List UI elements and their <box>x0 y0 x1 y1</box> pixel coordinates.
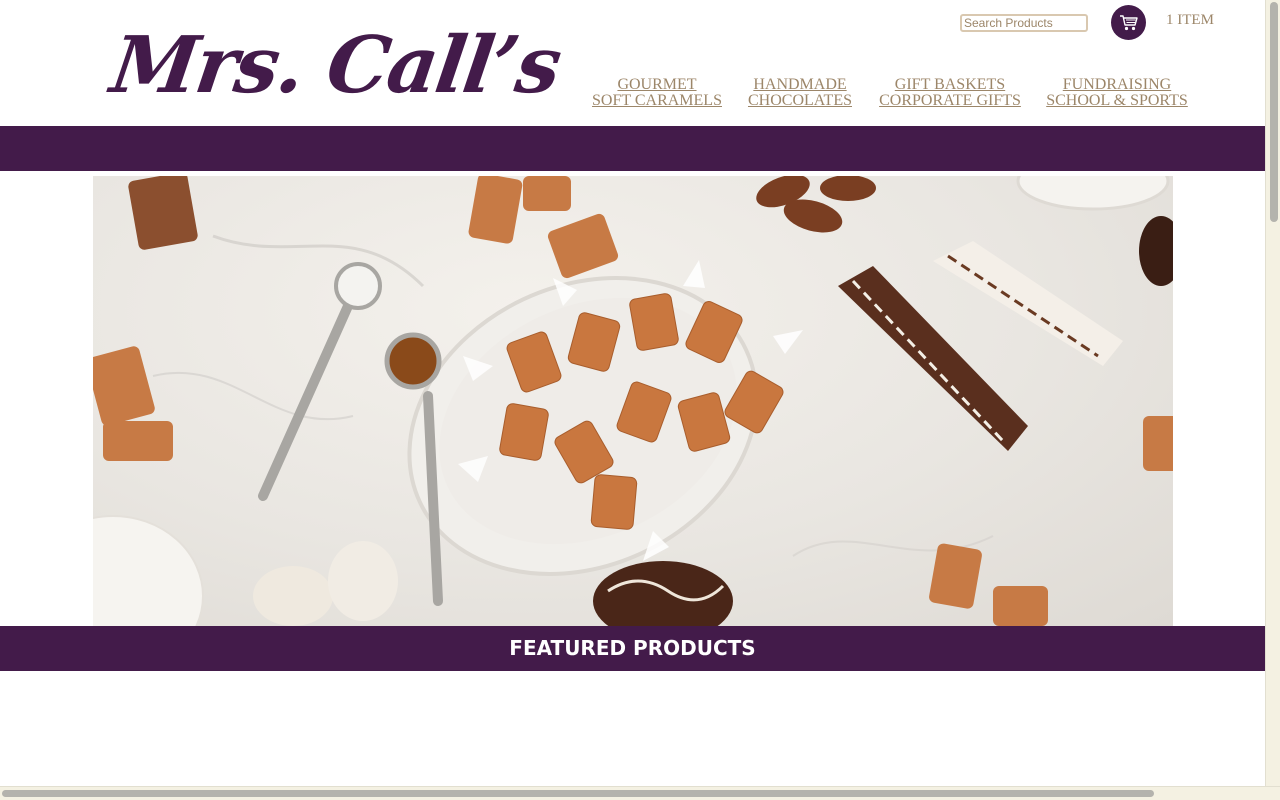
shopping-cart-icon <box>1119 14 1138 30</box>
nav-handmade-chocolates[interactable]: HANDMADE CHOCOLATES <box>746 77 854 109</box>
vertical-scroll-thumb[interactable] <box>1270 2 1278 222</box>
caramels-and-chocolates-photo <box>93 176 1173 626</box>
brand-logo[interactable]: Mrs. Call’s <box>105 18 565 114</box>
vertical-scrollbar[interactable] <box>1265 0 1280 786</box>
hero-image[interactable] <box>93 176 1173 626</box>
cart-item-count[interactable]: 1 ITEM <box>1166 12 1214 29</box>
nav-label-line2: SCHOOL & SPORTS <box>1046 92 1188 109</box>
horizontal-scrollbar[interactable] <box>0 786 1280 800</box>
search-input[interactable] <box>960 14 1088 32</box>
nav-gift-baskets[interactable]: GIFT BASKETS CORPORATE GIFTS <box>878 77 1022 109</box>
nav-label-line1: FUNDRAISING <box>1062 76 1172 93</box>
featured-products-heading: FEATURED PRODUCTS <box>0 626 1265 671</box>
nav-label-line2: CHOCOLATES <box>747 92 852 109</box>
nav-label-line1: GIFT BASKETS <box>894 76 1006 93</box>
header-band <box>0 126 1265 171</box>
horizontal-scroll-thumb[interactable] <box>2 790 1154 797</box>
nav-fundraising[interactable]: FUNDRAISING SCHOOL & SPORTS <box>1045 77 1189 109</box>
nav-label-line2: CORPORATE GIFTS <box>879 92 1021 109</box>
nav-label-line1: GOURMET <box>617 76 697 93</box>
nav-soft-caramels[interactable]: GOURMET SOFT CARAMELS <box>592 77 722 109</box>
cart-button[interactable] <box>1111 5 1146 40</box>
page: Mrs. Call’s 1 ITEM GOURMET SOFT CARAMELS… <box>0 0 1265 786</box>
nav-label-line1: HANDMADE <box>753 76 847 93</box>
nav-label-line2: SOFT CARAMELS <box>592 92 722 109</box>
